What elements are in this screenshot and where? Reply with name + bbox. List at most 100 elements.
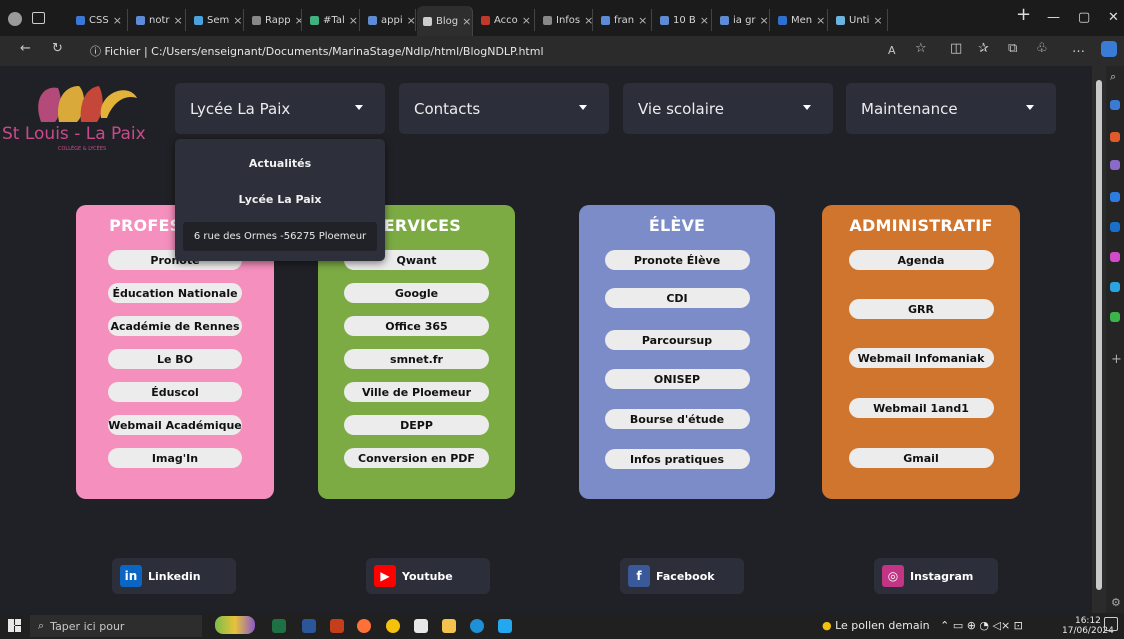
sidebar-app-icon[interactable] (1110, 100, 1120, 110)
link-button[interactable]: Webmail Infomaniak (848, 348, 994, 368)
link-button[interactable]: Google (344, 283, 489, 303)
tab-close-icon[interactable]: × (584, 14, 592, 27)
browser-tab[interactable]: Infos × (537, 9, 593, 31)
extensions-icon[interactable]: ♧ (1036, 41, 1048, 56)
link-button[interactable]: DEPP (344, 415, 489, 435)
nav-dropdown-2[interactable]: Vie scolaire (623, 83, 833, 134)
sidebar-settings-icon[interactable]: ⚙ (1111, 596, 1121, 609)
via-app-icon[interactable] (414, 619, 428, 633)
link-button[interactable]: Conversion en PDF (344, 448, 489, 468)
dropdown-item-address[interactable]: 6 rue des Ormes -56275 Ploemeur (183, 222, 377, 251)
new-tab-button[interactable]: + (1016, 4, 1031, 25)
split-screen-icon[interactable]: ◫ (950, 41, 962, 56)
close-window-icon[interactable]: ✕ (1108, 10, 1119, 25)
sidebar-app-icon[interactable] (1110, 222, 1120, 232)
link-button[interactable]: Pronote Élève (604, 250, 750, 270)
link-button[interactable]: GRR (848, 299, 994, 319)
url-field[interactable]: ⓘ Fichier | C:/Users/enseignant/Document… (90, 43, 544, 59)
tab-close-icon[interactable]: × (522, 14, 531, 27)
link-button[interactable]: Agenda (848, 250, 994, 270)
link-button[interactable]: Webmail Académique (108, 415, 242, 435)
copilot-icon[interactable] (1101, 41, 1117, 57)
sidebar-app-icon[interactable] (1110, 252, 1120, 262)
link-button[interactable]: CDI (604, 288, 750, 308)
tab-close-icon[interactable]: × (700, 14, 709, 27)
link-button[interactable]: Bourse d'étude (604, 409, 750, 429)
edge-icon[interactable] (470, 619, 484, 633)
browser-tab[interactable]: Rapp × (246, 9, 302, 31)
tab-close-icon[interactable]: × (407, 14, 415, 27)
link-button[interactable]: Académie de Rennes (108, 316, 242, 336)
tab-close-icon[interactable]: × (462, 15, 471, 28)
read-aloud-icon[interactable]: A (888, 44, 896, 57)
tab-close-icon[interactable]: × (816, 14, 825, 27)
word-icon[interactable] (302, 619, 316, 633)
dropdown-item-actualites[interactable]: Actualités (175, 157, 385, 170)
taskbar-search-box[interactable]: ⌕ Taper ici pour (30, 615, 202, 637)
sidebar-app-icon[interactable] (1110, 132, 1120, 142)
tab-close-icon[interactable]: × (873, 14, 882, 27)
workspaces-icon[interactable] (32, 12, 45, 24)
more-menu-icon[interactable]: … (1072, 41, 1085, 56)
tab-close-icon[interactable]: × (295, 14, 301, 27)
browser-tab[interactable]: Acco × (475, 9, 535, 31)
browser-tab[interactable]: ia gr × (714, 9, 770, 31)
browser-tab[interactable]: Sem × (188, 9, 244, 31)
nav-dropdown-1[interactable]: Contacts (399, 83, 609, 134)
scrollbar-thumb[interactable] (1096, 80, 1102, 590)
link-button[interactable]: Office 365 (344, 316, 489, 336)
system-tray[interactable]: ● Le pollen demain ⌃ ▭ ⊕ ◔ ◁× ⊡ (822, 619, 1023, 632)
favorite-star-icon[interactable]: ☆ (915, 41, 927, 56)
link-button[interactable]: Imag'In (108, 448, 242, 468)
browser-tab[interactable]: Unti × (830, 9, 888, 31)
excel-icon[interactable] (272, 619, 286, 633)
profile-avatar[interactable] (8, 12, 22, 26)
sidebar-app-icon[interactable] (1110, 160, 1120, 170)
tab-close-icon[interactable]: × (760, 14, 769, 27)
sidebar-add-icon[interactable]: + (1111, 352, 1122, 367)
link-button[interactable]: Le BO (108, 349, 242, 369)
tab-close-icon[interactable]: × (113, 14, 122, 27)
link-button[interactable]: Webmail 1and1 (848, 398, 994, 418)
browser-tab[interactable]: CSS × (70, 9, 128, 31)
browser-tab[interactable]: notr × (130, 9, 186, 31)
vscode-icon[interactable] (498, 619, 512, 633)
sidebar-search-icon[interactable]: ⌕ (1110, 70, 1116, 84)
firefox-icon[interactable] (357, 619, 371, 633)
nav-dropdown-3[interactable]: Maintenance (846, 83, 1056, 134)
refresh-icon[interactable]: ↻ (52, 41, 63, 56)
minimize-icon[interactable]: — (1047, 10, 1060, 25)
link-button[interactable]: Éduscol (108, 382, 242, 402)
browser-tab[interactable]: #Tal × (304, 9, 360, 31)
restore-icon[interactable]: ▢ (1078, 10, 1090, 25)
link-button[interactable]: smnet.fr (344, 349, 489, 369)
social-link-1[interactable]: ▶ Youtube (366, 558, 490, 594)
browser-tab[interactable]: Men × (772, 9, 828, 31)
link-button[interactable]: Gmail (848, 448, 994, 468)
sidebar-app-icon[interactable] (1110, 192, 1120, 202)
collections-icon[interactable]: ⧉ (1008, 41, 1017, 56)
link-button[interactable]: Ville de Ploemeur (344, 382, 489, 402)
link-button[interactable]: Parcoursup (604, 330, 750, 350)
browser-tab[interactable]: fran × (595, 9, 652, 31)
browser-tab[interactable]: 10 B × (654, 9, 712, 31)
social-link-0[interactable]: in Linkedin (112, 558, 236, 594)
tab-close-icon[interactable]: × (233, 14, 242, 27)
chrome-icon[interactable] (386, 619, 400, 633)
sidebar-app-icon[interactable] (1110, 312, 1120, 322)
dropdown-item-lycee[interactable]: Lycée La Paix (175, 193, 385, 206)
sidebar-app-icon[interactable] (1110, 282, 1120, 292)
favorites-icon[interactable]: ✰ (978, 41, 989, 56)
link-button[interactable]: Infos pratiques (604, 449, 750, 469)
browser-tab[interactable]: appi × (362, 9, 416, 31)
powerpoint-icon[interactable] (330, 619, 344, 633)
back-icon[interactable]: ← (20, 41, 31, 56)
tab-close-icon[interactable]: × (174, 14, 183, 27)
notifications-icon[interactable] (1104, 617, 1118, 631)
tab-close-icon[interactable]: × (638, 14, 647, 27)
link-button[interactable]: Éducation Nationale (108, 283, 242, 303)
widget-image-icon[interactable] (215, 616, 255, 634)
file-explorer-icon[interactable] (442, 619, 456, 633)
browser-tab[interactable]: Blog × (417, 6, 473, 36)
link-button[interactable]: ONISEP (604, 369, 750, 389)
